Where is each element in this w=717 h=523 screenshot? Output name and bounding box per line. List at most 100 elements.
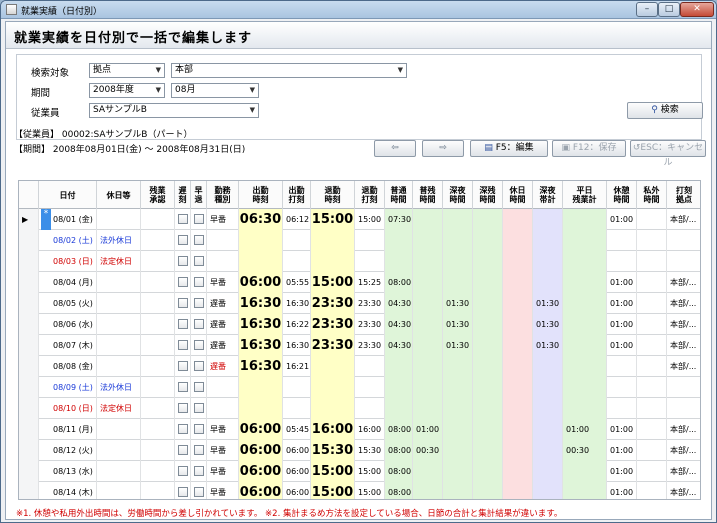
- night-over-cell[interactable]: [473, 272, 503, 293]
- type-cell[interactable]: [207, 377, 239, 398]
- night-over-cell[interactable]: [473, 377, 503, 398]
- night-cell[interactable]: [443, 440, 473, 461]
- approve-cell[interactable]: [141, 398, 175, 419]
- in-cell[interactable]: 16:30: [239, 293, 283, 314]
- out-cell[interactable]: [311, 251, 355, 272]
- date-cell[interactable]: 08/13 (水): [39, 461, 97, 482]
- normal-cell[interactable]: 08:00: [385, 461, 413, 482]
- in-punch-cell[interactable]: 06:00: [283, 482, 311, 499]
- table-row[interactable]: 08/08 (金) 遅番 16:30 16:21 本部/...: [19, 356, 700, 377]
- date-cell[interactable]: 08/11 (月): [39, 419, 97, 440]
- date-cell[interactable]: 08/14 (木): [39, 482, 97, 499]
- type-cell[interactable]: 早番: [207, 272, 239, 293]
- night-over-cell[interactable]: [473, 419, 503, 440]
- private-cell[interactable]: [637, 230, 667, 251]
- date-cell[interactable]: 08/02 (土): [39, 230, 97, 251]
- weekday-over-cell[interactable]: [563, 356, 607, 377]
- table-row[interactable]: 08/12 (火) 早番 06:00 06:00 15:30 15:30 08:00 00:3…: [19, 440, 700, 461]
- out-cell[interactable]: 23:30: [311, 314, 355, 335]
- weekday-over-cell[interactable]: [563, 335, 607, 356]
- night-total-cell[interactable]: [533, 482, 563, 499]
- approve-cell[interactable]: [141, 461, 175, 482]
- table-row[interactable]: 08/03 (日) 法定休日: [19, 251, 700, 272]
- normal-cell[interactable]: 08:00: [385, 272, 413, 293]
- date-cell[interactable]: 08/12 (火): [39, 440, 97, 461]
- out-punch-cell[interactable]: [355, 251, 385, 272]
- late-checkbox[interactable]: [178, 277, 188, 287]
- in-punch-cell[interactable]: 16:22: [283, 314, 311, 335]
- break-cell[interactable]: 01:00: [607, 461, 637, 482]
- date-cell[interactable]: 08/07 (木): [39, 335, 97, 356]
- holiday-cell[interactable]: [97, 461, 141, 482]
- over-cell[interactable]: [413, 398, 443, 419]
- early-checkbox[interactable]: [194, 361, 204, 371]
- weekday-over-cell[interactable]: [563, 272, 607, 293]
- weekday-over-cell[interactable]: [563, 251, 607, 272]
- break-cell[interactable]: 01:00: [607, 209, 637, 230]
- break-cell[interactable]: [607, 356, 637, 377]
- night-cell[interactable]: 01:30: [443, 314, 473, 335]
- break-cell[interactable]: [607, 230, 637, 251]
- holiday-cell[interactable]: [97, 482, 141, 499]
- column-header-date[interactable]: 日付: [39, 181, 97, 209]
- column-header-night_over[interactable]: 深残 時間: [473, 181, 503, 209]
- employee-select[interactable]: SAサンプルB ▼: [89, 103, 259, 118]
- site-cell[interactable]: 本部/...: [667, 272, 700, 293]
- night-total-cell[interactable]: [533, 356, 563, 377]
- night-over-cell[interactable]: [473, 251, 503, 272]
- type-cell[interactable]: [207, 230, 239, 251]
- night-total-cell[interactable]: [533, 272, 563, 293]
- break-cell[interactable]: [607, 377, 637, 398]
- site-cell[interactable]: 本部/...: [667, 209, 700, 230]
- early-checkbox-cell[interactable]: [191, 293, 207, 314]
- holiday-time-cell[interactable]: [503, 356, 533, 377]
- late-checkbox-cell[interactable]: [175, 377, 191, 398]
- early-checkbox-cell[interactable]: [191, 482, 207, 499]
- out-cell[interactable]: [311, 398, 355, 419]
- prev-button[interactable]: ⇦: [374, 140, 416, 157]
- out-punch-cell[interactable]: [355, 398, 385, 419]
- normal-cell[interactable]: 08:00: [385, 440, 413, 461]
- type-cell[interactable]: 遅番: [207, 335, 239, 356]
- night-total-cell[interactable]: 01:30: [533, 335, 563, 356]
- break-cell[interactable]: [607, 251, 637, 272]
- out-cell[interactable]: 15:00: [311, 272, 355, 293]
- column-header-site[interactable]: 打刻 拠点: [667, 181, 700, 209]
- out-punch-cell[interactable]: [355, 356, 385, 377]
- early-checkbox-cell[interactable]: [191, 230, 207, 251]
- column-header-in[interactable]: 出勤 時刻: [239, 181, 283, 209]
- normal-cell[interactable]: 04:30: [385, 293, 413, 314]
- in-punch-cell[interactable]: 06:12: [283, 209, 311, 230]
- date-cell[interactable]: 08/08 (金): [39, 356, 97, 377]
- early-checkbox-cell[interactable]: [191, 335, 207, 356]
- in-punch-cell[interactable]: 05:55: [283, 272, 311, 293]
- holiday-cell[interactable]: [97, 440, 141, 461]
- early-checkbox-cell[interactable]: [191, 209, 207, 230]
- late-checkbox[interactable]: [178, 445, 188, 455]
- night-over-cell[interactable]: [473, 314, 503, 335]
- late-checkbox[interactable]: [178, 319, 188, 329]
- early-checkbox-cell[interactable]: [191, 272, 207, 293]
- early-checkbox[interactable]: [194, 214, 204, 224]
- late-checkbox-cell[interactable]: [175, 293, 191, 314]
- private-cell[interactable]: [637, 398, 667, 419]
- holiday-time-cell[interactable]: [503, 419, 533, 440]
- column-header-night_total[interactable]: 深夜 帯計: [533, 181, 563, 209]
- break-cell[interactable]: 01:00: [607, 419, 637, 440]
- weekday-over-cell[interactable]: [563, 230, 607, 251]
- holiday-time-cell[interactable]: [503, 272, 533, 293]
- night-total-cell[interactable]: 01:30: [533, 293, 563, 314]
- early-checkbox-cell[interactable]: [191, 251, 207, 272]
- approve-cell[interactable]: [141, 209, 175, 230]
- late-checkbox-cell[interactable]: [175, 440, 191, 461]
- type-cell[interactable]: [207, 251, 239, 272]
- holiday-time-cell[interactable]: [503, 314, 533, 335]
- approve-cell[interactable]: [141, 356, 175, 377]
- site-cell[interactable]: 本部/...: [667, 356, 700, 377]
- over-cell[interactable]: [413, 314, 443, 335]
- in-punch-cell[interactable]: 06:00: [283, 461, 311, 482]
- column-header-night[interactable]: 深夜 時間: [443, 181, 473, 209]
- night-over-cell[interactable]: [473, 482, 503, 499]
- holiday-time-cell[interactable]: [503, 440, 533, 461]
- over-cell[interactable]: [413, 335, 443, 356]
